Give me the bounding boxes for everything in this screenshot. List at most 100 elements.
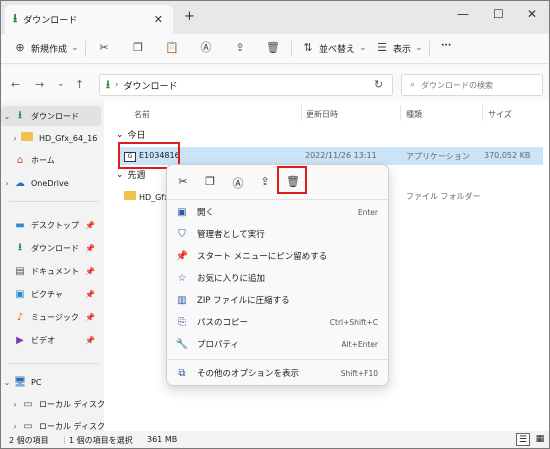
expand-chevron-icon[interactable]: › bbox=[9, 400, 21, 409]
view-button[interactable]: ☰ 表示 ⌄ bbox=[375, 41, 423, 55]
sidebar-item-downloads[interactable]: ⌄ ⭳ ダウンロード bbox=[1, 106, 101, 126]
more-options-icon: ⧉ bbox=[178, 367, 186, 379]
more-button[interactable]: ··· bbox=[441, 41, 451, 51]
cut-icon[interactable]: ✂ bbox=[175, 175, 191, 188]
minimize-button[interactable]: — bbox=[457, 7, 469, 21]
file-name-cell: HD_Gfx bbox=[124, 191, 169, 202]
disk-icon: ▭ bbox=[23, 420, 33, 432]
shield-icon: ⛉ bbox=[178, 228, 186, 240]
menu-item-shortcut: Alt+Enter bbox=[341, 339, 378, 349]
copy-icon[interactable]: ❐ bbox=[202, 175, 218, 188]
star-icon: ☆ bbox=[177, 272, 187, 284]
search-icon: ⌕ bbox=[410, 80, 416, 90]
copy-icon[interactable]: ❐ bbox=[131, 41, 145, 55]
table-row[interactable]: G E1034816 2022/11/26 13:11 アプリケーション 370,… bbox=[118, 147, 543, 165]
sidebar-item-desktop[interactable]: ▬ デスクトップ 📌 bbox=[1, 215, 101, 235]
sort-label: 並べ替え bbox=[319, 44, 356, 55]
search-input[interactable]: ⌕ ダウンロードの検索 bbox=[401, 74, 543, 96]
expand-chevron-icon[interactable]: ⌄ bbox=[1, 378, 13, 387]
menu-item-run-as-admin[interactable]: ⛉ 管理者として実行 bbox=[167, 223, 390, 245]
menu-item-add-favorite[interactable]: ☆ お気に入りに追加 bbox=[167, 267, 390, 289]
expand-chevron-icon[interactable]: ⌄ bbox=[1, 112, 13, 121]
menu-item-open[interactable]: ▣ 開く Enter bbox=[167, 201, 390, 223]
column-header-name[interactable]: 名前 bbox=[134, 109, 150, 120]
menu-item-label: お気に入りに追加 bbox=[197, 274, 266, 284]
menu-item-more-options[interactable]: ⧉ その他のオプションを表示 Shift+F10 bbox=[167, 362, 390, 384]
tab-downloads[interactable]: ⭳ ダウンロード ✕ bbox=[5, 5, 173, 34]
divider bbox=[167, 199, 390, 200]
pin-icon: 📌 bbox=[85, 289, 95, 299]
details-view-icon[interactable]: ☰ bbox=[516, 433, 530, 446]
address-bar[interactable]: ⭳ › ダウンロード bbox=[99, 74, 393, 96]
tiles-view-icon[interactable]: ▦ bbox=[533, 433, 547, 446]
new-button[interactable]: ⊕ 新規作成 ⌄ bbox=[13, 41, 78, 55]
sidebar-item-music[interactable]: ♪ ミュージック 📌 bbox=[1, 307, 101, 327]
column-header-date[interactable]: 更新日時 bbox=[306, 109, 338, 120]
context-menu: ✂ ❐ Ⓐ ⇪ 🗑 ▣ 開く Enter ⛉ 管理者として実行 📌 スタート メ… bbox=[166, 164, 390, 386]
picture-icon: ▣ bbox=[15, 288, 25, 300]
menu-item-compress-zip[interactable]: ▥ ZIP ファイルに圧縮する bbox=[167, 289, 390, 311]
sidebar-item-local-disk-1[interactable]: › ▭ ローカル ディスク bbox=[9, 394, 109, 414]
paste-icon[interactable]: 📋 bbox=[165, 41, 179, 55]
rename-icon[interactable]: Ⓐ bbox=[230, 175, 246, 191]
column-header-size[interactable]: サイズ bbox=[488, 109, 512, 120]
sidebar-item-onedrive[interactable]: › ☁ OneDrive bbox=[1, 173, 101, 193]
open-icon: ▣ bbox=[177, 206, 187, 218]
video-icon: ▶ bbox=[16, 334, 24, 346]
sidebar-item-label: ドキュメント bbox=[31, 266, 79, 276]
pin-icon: 📌 bbox=[85, 243, 95, 253]
pc-icon: 🖥 bbox=[13, 376, 27, 388]
sidebar-item-hd-gfx[interactable]: › HD_Gfx_64_16 bbox=[9, 128, 109, 148]
share-icon[interactable]: ⇪ bbox=[257, 175, 273, 188]
divider bbox=[482, 105, 483, 121]
sidebar-item-label: ダウンロード bbox=[31, 111, 79, 121]
group-header-last-week[interactable]: ⌄ 先週 bbox=[116, 168, 146, 182]
sidebar-item-pc[interactable]: ⌄ 🖥 PC bbox=[1, 372, 101, 392]
rename-icon[interactable]: Ⓐ bbox=[199, 41, 213, 55]
sort-button[interactable]: ⇅ 並べ替え ⌄ bbox=[301, 41, 366, 55]
view-label: 表示 bbox=[393, 44, 412, 55]
download-icon: ⭳ bbox=[18, 109, 22, 121]
expand-chevron-icon[interactable]: › bbox=[1, 179, 13, 188]
status-item-count: 2 個の項目 bbox=[9, 436, 49, 445]
delete-icon[interactable]: 🗑 bbox=[266, 41, 280, 55]
sidebar-item-downloads-quick[interactable]: ⭳ ダウンロード 📌 bbox=[1, 238, 101, 258]
refresh-icon[interactable]: ↻ bbox=[374, 78, 383, 91]
tab-close-icon[interactable]: ✕ bbox=[154, 13, 163, 26]
menu-item-copy-path[interactable]: ⎘ パスのコピー Ctrl+Shift+C bbox=[167, 311, 390, 333]
new-tab-button[interactable]: + bbox=[184, 9, 195, 24]
forward-icon[interactable]: → bbox=[35, 78, 44, 91]
menu-item-pin-to-start[interactable]: 📌 スタート メニューにピン留めする bbox=[167, 245, 390, 267]
sidebar-item-pictures[interactable]: ▣ ピクチャ 📌 bbox=[1, 284, 101, 304]
expand-chevron-icon[interactable]: › bbox=[9, 422, 21, 431]
cut-icon[interactable]: ✂ bbox=[97, 41, 111, 55]
expand-chevron-icon[interactable]: › bbox=[9, 134, 21, 143]
menu-item-label: プロパティ bbox=[197, 340, 239, 350]
file-type: ファイル フォルダー bbox=[406, 192, 481, 201]
file-type: アプリケーション bbox=[406, 152, 470, 161]
share-icon[interactable]: ⇪ bbox=[233, 41, 247, 55]
sidebar-item-videos[interactable]: ▶ ビデオ 📌 bbox=[1, 330, 101, 350]
pin-icon: 📌 bbox=[85, 335, 95, 345]
sidebar-item-documents[interactable]: ▤ ドキュメント 📌 bbox=[1, 261, 101, 281]
tab-label: ダウンロード bbox=[23, 16, 78, 26]
column-header-type[interactable]: 種類 bbox=[406, 109, 422, 120]
view-icon: ☰ bbox=[377, 41, 387, 54]
group-header-today[interactable]: ⌄ 今日 bbox=[116, 128, 146, 142]
breadcrumb: ダウンロード bbox=[123, 81, 178, 92]
chevron-down-icon: ⌄ bbox=[415, 43, 423, 53]
divider bbox=[400, 105, 401, 121]
recent-chevron-icon[interactable]: ⌄ bbox=[57, 79, 65, 89]
menu-item-label: 管理者として実行 bbox=[197, 230, 265, 240]
up-icon[interactable]: ↑ bbox=[75, 78, 84, 91]
menu-item-properties[interactable]: 🔧 プロパティ Alt+Enter bbox=[167, 333, 390, 355]
pin-icon: 📌 bbox=[85, 266, 95, 276]
document-icon: ▤ bbox=[15, 265, 25, 277]
breadcrumb-chevron-icon: › bbox=[114, 80, 119, 90]
close-button[interactable]: ✕ bbox=[527, 7, 537, 21]
back-icon[interactable]: ← bbox=[11, 78, 20, 91]
sidebar-item-home[interactable]: ⌂ ホーム bbox=[1, 150, 101, 170]
maximize-button[interactable]: ☐ bbox=[493, 7, 504, 21]
navigation-pane: ⌄ ⭳ ダウンロード › HD_Gfx_64_16 ⌂ ホーム › ☁ OneD… bbox=[1, 101, 105, 432]
explorer-window: ⭳ ダウンロード ✕ + — ☐ ✕ ⊕ 新規作成 ⌄ ✂ ❐ 📋 Ⓐ ⇪ 🗑 … bbox=[0, 0, 550, 449]
